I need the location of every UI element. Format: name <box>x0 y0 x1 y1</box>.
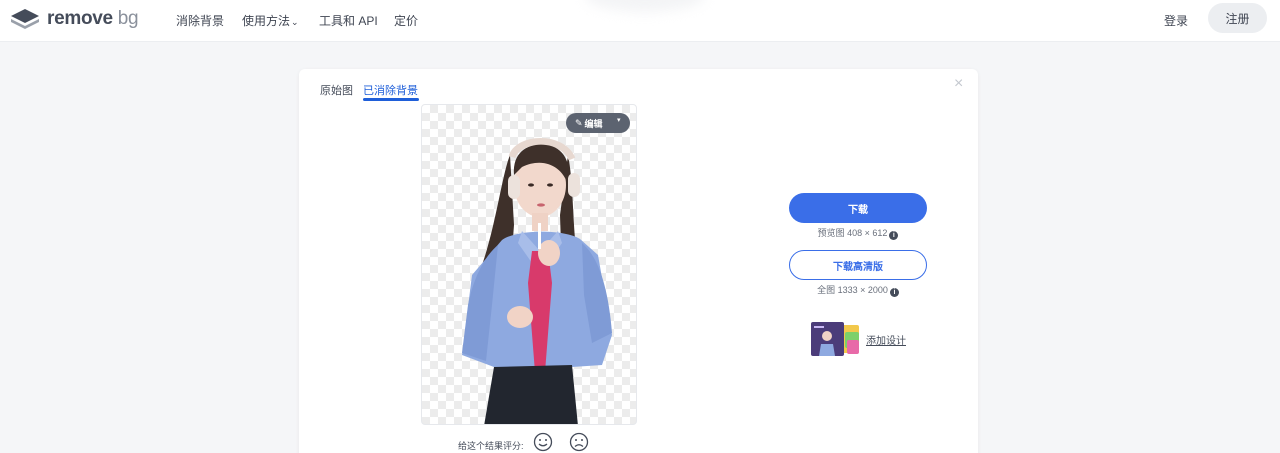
tab-original[interactable]: 原始图 <box>320 82 353 98</box>
top-nav: remove bg 消除背景 使用方法⌄ 工具和 API 定价 登录 注册 <box>0 0 1280 42</box>
download-button[interactable]: 下载 <box>789 193 927 223</box>
info-icon[interactable]: i <box>889 288 899 297</box>
download-hd-info: 全图 1333 × 2000 i <box>789 283 927 297</box>
logo-main: remove <box>47 8 113 29</box>
nav-item-pricing[interactable]: 定价 <box>394 12 418 29</box>
result-image-preview: ✎ 编辑 ▾ <box>421 104 637 425</box>
nav-item-tools-api[interactable]: 工具和 API <box>319 12 378 29</box>
download-info: 预览图 408 × 612 i <box>789 226 927 240</box>
edit-button[interactable]: ✎ 编辑 ▾ <box>566 113 630 133</box>
preview-size: 408 × 612 <box>847 228 888 238</box>
pencil-icon: ✎ <box>575 117 583 128</box>
cutout-person-image <box>462 138 612 424</box>
nav-item-remove-bg[interactable]: 消除背景 <box>176 12 224 29</box>
logo[interactable]: remove bg <box>10 6 139 32</box>
login-link[interactable]: 登录 <box>1164 12 1188 29</box>
close-icon[interactable]: × <box>954 76 963 92</box>
frown-icon[interactable] <box>569 432 589 452</box>
full-size: 1333 × 2000 <box>837 285 888 295</box>
add-design-link[interactable]: 添加设计 <box>866 332 906 347</box>
logo-suffix: bg <box>117 8 139 29</box>
chevron-down-icon: ⌄ <box>291 17 299 27</box>
edit-button-label: 编辑 <box>584 118 603 129</box>
caret-down-icon[interactable]: ▾ <box>617 116 621 124</box>
download-hd-button[interactable]: 下载高清版 <box>789 250 927 280</box>
active-tab-indicator <box>363 98 419 101</box>
rating-label: 给这个结果评分: <box>458 441 524 451</box>
result-card: 原始图 已消除背景 × ✎ 编辑 ▾ 给这个结果评分: 下载 预览图 408 ×… <box>299 69 978 453</box>
smile-icon[interactable] <box>533 432 553 452</box>
info-icon[interactable]: i <box>889 231 899 240</box>
nav-item-how-to-use-label: 使用方法 <box>242 14 291 28</box>
logo-icon <box>11 9 39 29</box>
signup-button[interactable]: 注册 <box>1208 3 1267 33</box>
nav-glow-decoration <box>585 0 705 12</box>
preview-label: 预览图 <box>817 228 845 238</box>
full-label: 全图 <box>817 285 836 295</box>
design-thumbnail[interactable] <box>811 322 861 356</box>
nav-item-how-to-use[interactable]: 使用方法⌄ <box>242 12 299 29</box>
tab-removed-background[interactable]: 已消除背景 <box>363 82 418 98</box>
logo-text: remove bg <box>47 8 139 30</box>
